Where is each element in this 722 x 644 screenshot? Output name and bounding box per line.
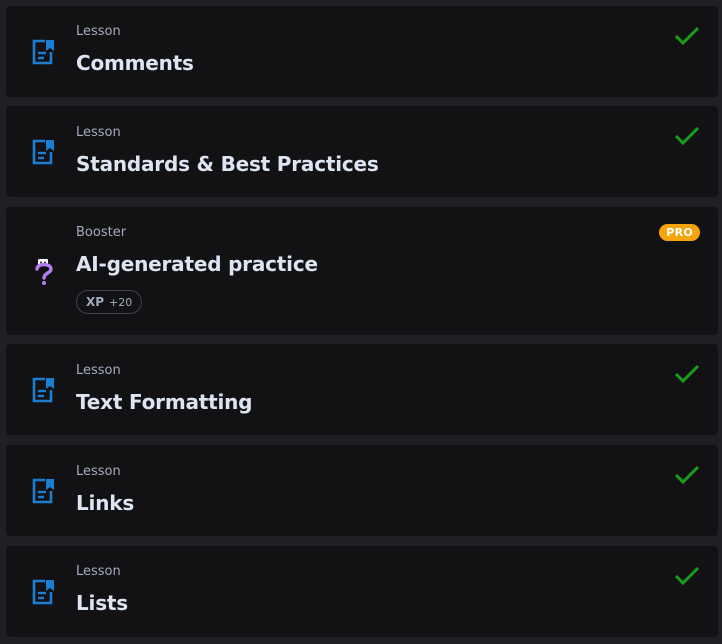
item-title: Lists — [76, 591, 128, 615]
lesson-icon — [32, 39, 54, 65]
item-title: Text Formatting — [76, 390, 253, 414]
checkmark-icon — [674, 364, 700, 384]
lesson-card-standards[interactable]: Lesson Standards & Best Practices — [6, 106, 718, 197]
lesson-list: Lesson Comments Lesson Standards & Best … — [0, 0, 722, 644]
lesson-card-comments[interactable]: Lesson Comments — [6, 6, 718, 97]
item-title: Standards & Best Practices — [76, 152, 379, 176]
lesson-card-lists[interactable]: Lesson Lists — [6, 546, 718, 637]
xp-reward-chip: XP +20 — [76, 290, 143, 314]
checkmark-icon — [674, 126, 700, 146]
lesson-icon — [32, 478, 54, 504]
lesson-icon — [32, 139, 54, 165]
item-kind: Lesson — [76, 125, 121, 140]
item-kind: Lesson — [76, 363, 121, 378]
booster-card-ai-practice[interactable]: Booster AI-generated practice PRO XP +20 — [6, 207, 718, 335]
item-title: Links — [76, 491, 135, 515]
question-mark-icon — [35, 259, 53, 285]
pro-badge: PRO — [659, 224, 700, 241]
xp-value: +20 — [109, 295, 133, 309]
item-title: AI-generated practice — [76, 252, 318, 276]
checkmark-icon — [674, 465, 700, 485]
lesson-card-links[interactable]: Lesson Links — [6, 445, 718, 536]
lesson-card-text-formatting[interactable]: Lesson Text Formatting — [6, 344, 718, 435]
xp-label: XP — [86, 295, 105, 309]
item-title: Comments — [76, 51, 194, 75]
item-kind: Lesson — [76, 464, 121, 479]
checkmark-icon — [674, 566, 700, 586]
checkmark-icon — [674, 26, 700, 46]
item-kind: Lesson — [76, 24, 121, 39]
item-kind: Booster — [76, 225, 127, 240]
item-kind: Lesson — [76, 564, 121, 579]
lesson-icon — [32, 579, 54, 605]
lesson-icon — [32, 377, 54, 403]
